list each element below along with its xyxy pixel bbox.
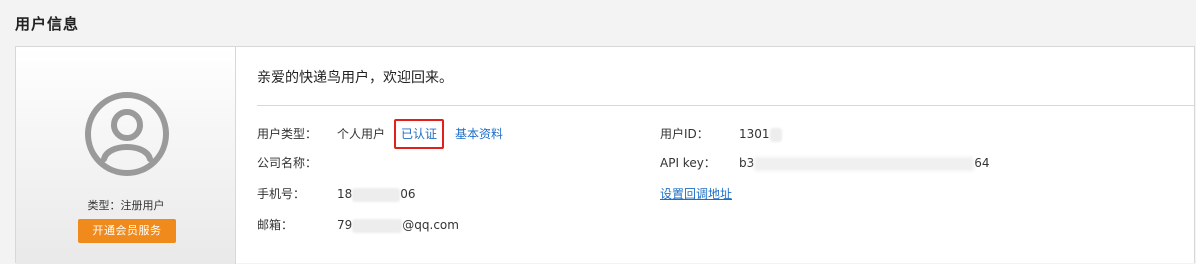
company-name-label: 公司名称： xyxy=(257,156,318,170)
divider xyxy=(257,105,1194,106)
phone-prefix: 18 xyxy=(337,187,353,201)
phone-value: 18 06 xyxy=(337,186,416,202)
profile-sidebar: 类型：注册用户 开通会员服务 xyxy=(16,47,236,264)
basic-info-link[interactable]: 基本资料 xyxy=(455,126,503,142)
user-id-label: 用户ID： xyxy=(660,127,709,141)
user-type-badge: 类型：注册用户 xyxy=(87,199,165,212)
user-id-value: 1301 xyxy=(739,126,782,142)
phone-label: 手机号： xyxy=(257,187,306,201)
welcome-message: 亲爱的快递鸟用户，欢迎回来。 xyxy=(257,70,453,86)
user-avatar-icon xyxy=(85,92,169,176)
phone-suffix: 06 xyxy=(400,187,416,201)
section-title: 用户信息 xyxy=(15,15,80,33)
user-id-text: 1301 xyxy=(739,127,770,141)
api-key-suffix: 64 xyxy=(974,156,990,170)
api-key-label: API key： xyxy=(660,156,716,170)
user-type-value: 个人用户 xyxy=(337,127,386,141)
email-redaction xyxy=(352,218,403,233)
user-type-label: 用户类型： xyxy=(257,127,318,141)
email-prefix: 79 xyxy=(337,218,353,232)
email-label: 邮箱： xyxy=(257,218,294,232)
email-suffix: @qq.com xyxy=(402,218,459,232)
email-value: 79 @qq.com xyxy=(337,217,459,233)
api-key-value: b3 64 xyxy=(739,155,990,171)
open-vip-service-button[interactable]: 开通会员服务 xyxy=(78,219,176,243)
verified-status-link[interactable]: 已认证 xyxy=(394,119,444,149)
phone-redaction xyxy=(352,187,401,202)
set-callback-url-link[interactable]: 设置回调地址 xyxy=(660,186,732,202)
user-info-panel: 类型：注册用户 开通会员服务 亲爱的快递鸟用户，欢迎回来。 用户类型： 个人用户… xyxy=(15,46,1195,264)
user-id-redaction xyxy=(769,127,782,142)
api-key-prefix: b3 xyxy=(739,156,755,170)
api-key-redaction xyxy=(754,156,975,171)
